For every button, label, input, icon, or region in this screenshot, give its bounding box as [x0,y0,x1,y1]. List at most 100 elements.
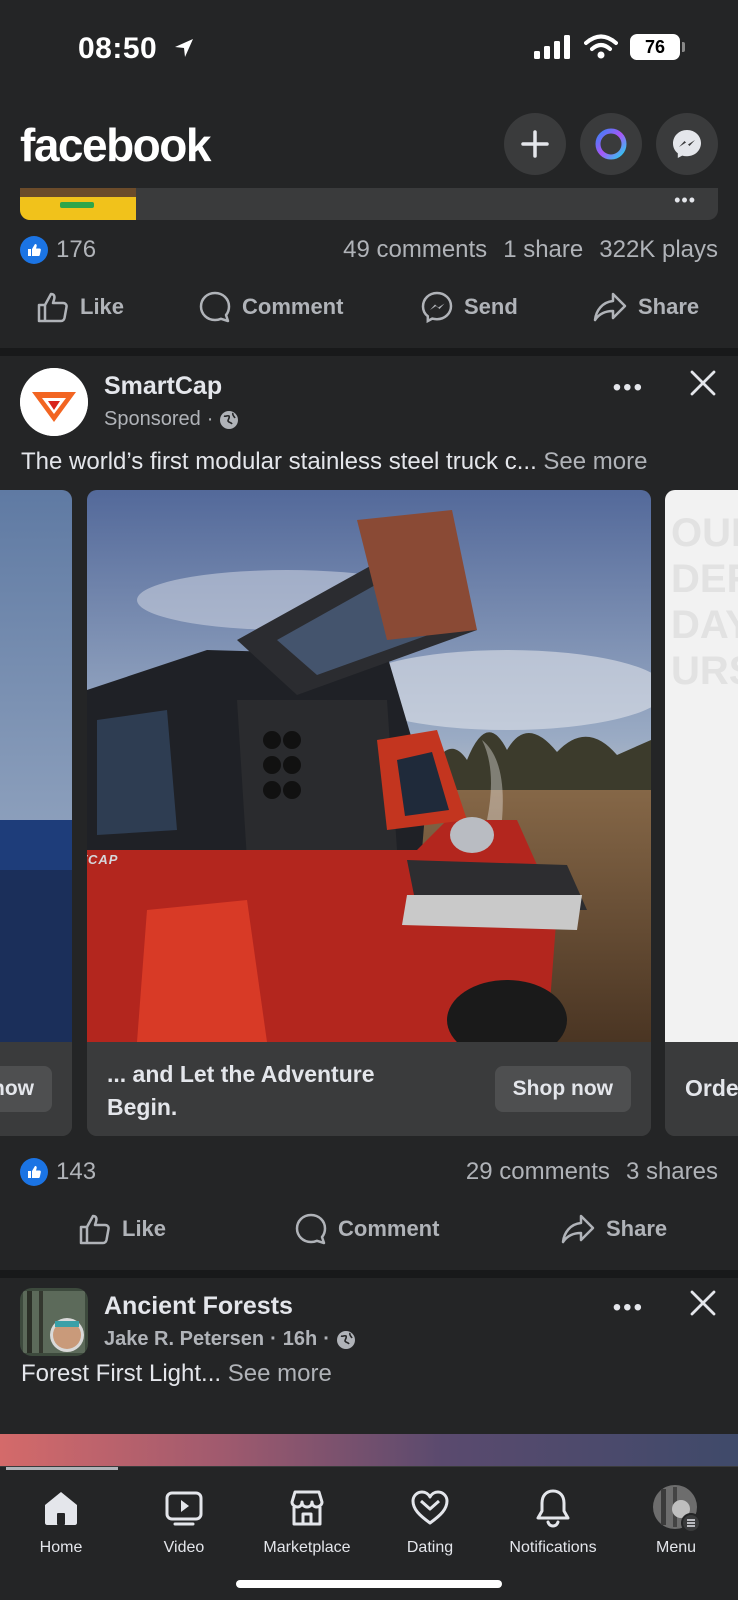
active-tab-indicator [6,1467,118,1470]
location-arrow-icon [175,39,193,57]
nav-notifications[interactable]: Notifications [493,1485,613,1557]
carousel-card-image [0,490,72,1042]
menu-avatar-icon [653,1485,701,1533]
share-arrow-icon [593,292,627,322]
card-title[interactable]: ... and Let the Adventure Begin. [107,1058,437,1124]
nav-menu[interactable]: Menu [616,1485,736,1557]
comment-count[interactable]: 49 comments [343,236,487,264]
post-caption: The world’s first modular stainless stee… [21,448,721,476]
battery-indicator: 76 [630,34,685,60]
share-label: Share [606,1216,668,1241]
send-button[interactable]: Send [420,290,518,324]
nav-home[interactable]: Home [1,1485,121,1557]
more-options-icon[interactable]: ••• [674,190,696,211]
comment-label: Comment [242,294,344,319]
group-avatar[interactable] [20,1288,88,1356]
carousel-card-prev[interactable]: now [0,490,72,1136]
post-divider [0,348,738,356]
ad-carousel[interactable]: now [0,490,738,1136]
messenger-button[interactable] [656,113,718,175]
create-button[interactable] [504,113,566,175]
nav-menu-label: Menu [655,1539,697,1556]
like-reaction-icon [20,236,48,264]
dating-icon [411,1490,449,1525]
truck-camper-image [87,490,651,1042]
nav-video[interactable]: Video [124,1485,244,1557]
carousel-card-main[interactable]: SMARTCAP ... and Let the Adventure Begin… [87,490,651,1136]
see-more-link[interactable]: See more [228,1360,332,1387]
play-count: 322K plays [599,236,718,263]
share-button[interactable]: Share [560,1213,667,1245]
thumbs-up-icon [37,292,68,323]
status-time: 08:50 [78,32,158,65]
close-icon[interactable] [688,1288,718,1318]
more-options-icon[interactable]: ••• [613,1294,644,1322]
shop-now-button[interactable]: Shop now [494,1066,631,1112]
like-button[interactable]: Like [78,1213,166,1245]
comment-label: Comment [338,1216,440,1241]
comment-count[interactable]: 29 comments [466,1158,610,1186]
like-count[interactable]: 176 [56,236,96,264]
post-author-row: Jake R. Petersen · 16h · [104,1328,356,1351]
previous-post-media[interactable]: ••• [20,188,718,220]
send-label: Send [464,294,518,319]
card-footer: ... and Let the Adventure Begin. Shop no… [87,1042,651,1136]
post-divider [0,1270,738,1278]
previous-post-thumbnail [20,188,136,220]
post-time[interactable]: 16h [283,1328,317,1351]
nav-dating-label: Dating [406,1539,454,1556]
sponsored-post-actions: Like Comment Share [0,1197,738,1261]
smartcap-avatar[interactable] [20,368,88,436]
bell-icon [536,1489,570,1528]
status-bar: 08:50 76 [0,0,738,100]
smartcap-logo-icon [20,368,88,436]
comment-icon [199,291,231,323]
home-icon [45,1492,77,1525]
share-count[interactable]: 1 share [503,236,583,264]
like-button[interactable]: Like [36,291,124,323]
like-label: Like [80,294,125,319]
sponsored-label: Sponsored [104,408,201,430]
nav-notifications-label: Notifications [509,1539,597,1556]
card-title[interactable]: Orde [685,1072,738,1105]
page-name[interactable]: SmartCap [104,372,222,401]
close-icon[interactable] [688,368,718,398]
next-post-media[interactable] [0,1434,738,1466]
globe-icon [336,1330,355,1349]
home-indicator [236,1580,502,1588]
nav-video-label: Video [163,1539,205,1556]
see-more-link[interactable]: See more [543,448,647,475]
carousel-card-image: OUR DER DAY URS [665,490,738,1042]
previous-post-actions: Like Comment Send Share [0,275,738,339]
more-options-icon[interactable]: ••• [613,374,644,402]
nav-home-label: Home [39,1539,83,1556]
nav-dating[interactable]: Dating [370,1485,490,1557]
smartcap-brand-mark: SMARTCAP [87,852,119,867]
thumbs-up-icon [79,1214,110,1245]
comment-button[interactable]: Comment [198,290,343,324]
wifi-icon [584,34,618,59]
facebook-logo[interactable]: facebook [20,118,211,172]
share-label: Share [638,294,700,319]
meta-ai-button[interactable] [580,113,642,175]
post-caption-text: The world’s first modular stainless stee… [21,448,537,475]
share-button[interactable]: Share [592,291,699,323]
group-name[interactable]: Ancient Forests [104,1292,293,1321]
marketplace-icon [290,1490,324,1526]
card-cta-button[interactable]: now [0,1066,52,1112]
messenger-send-icon [421,291,453,324]
share-count[interactable]: 3 shares [626,1158,718,1186]
meta-ai-icon [595,128,627,160]
cellular-signal-icon [534,35,570,59]
post-caption-text: Forest First Light... [21,1360,222,1387]
author-name[interactable]: Jake R. Petersen [104,1328,264,1351]
like-reaction-icon [20,1158,48,1186]
comment-button[interactable]: Comment [294,1212,439,1246]
plus-icon [521,130,549,158]
like-count[interactable]: 143 [56,1158,96,1186]
card-overlay-text: OUR DER DAY URS [671,511,738,693]
carousel-card-next[interactable]: OUR DER DAY URS Orde [665,490,738,1136]
nav-marketplace[interactable]: Marketplace [247,1485,367,1557]
app-header: facebook [0,100,738,188]
globe-icon [220,410,239,429]
